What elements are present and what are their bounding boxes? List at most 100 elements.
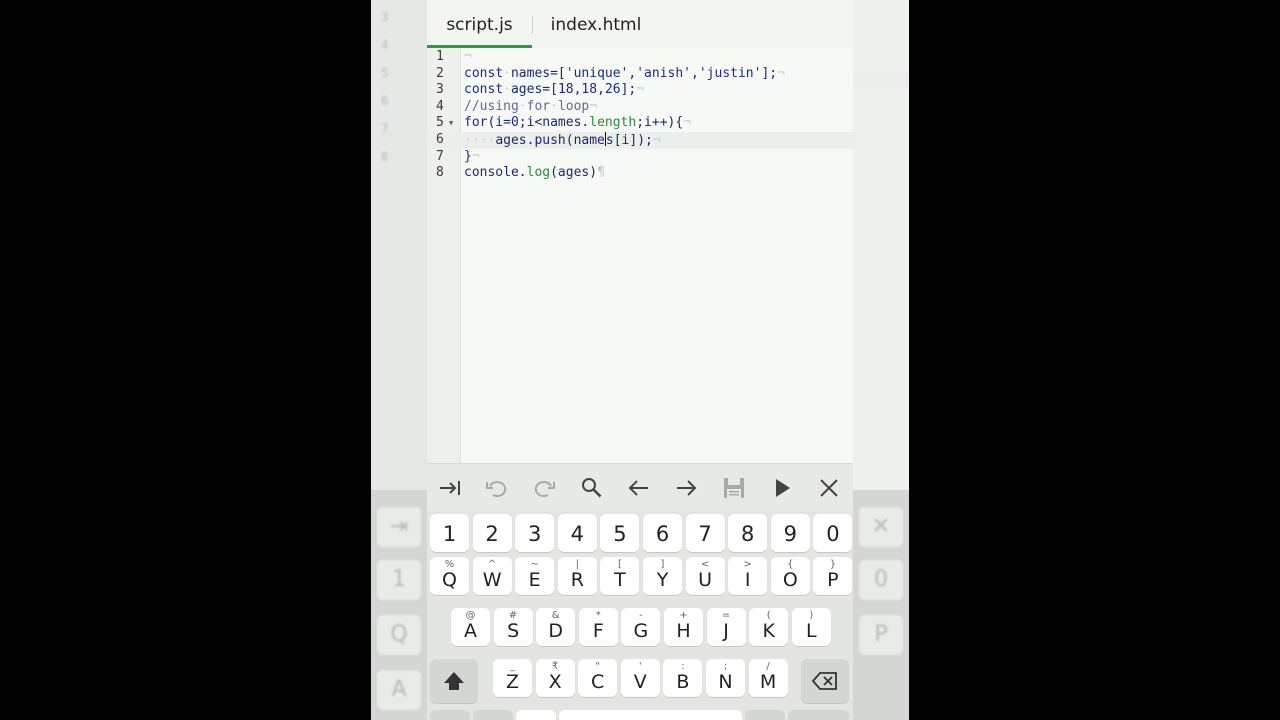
key-label: P	[827, 569, 839, 591]
line-number: 1	[436, 49, 444, 64]
key-u[interactable]: < U	[685, 557, 725, 595]
key-d[interactable]: & D	[536, 608, 576, 646]
code-editor[interactable]: 1 ¬ 2 const·names=['unique','anish','justin…	[427, 48, 853, 463]
key-label: F	[592, 620, 604, 642]
key-y[interactable]: ] Y	[643, 557, 682, 595]
key-4[interactable]: 4	[557, 514, 597, 552]
tab-script-js[interactable]: script.js	[427, 0, 532, 48]
key-x[interactable]: ₹ X	[535, 659, 575, 697]
key-e[interactable]: ~ E	[515, 557, 555, 595]
key-s[interactable]: # S	[493, 608, 533, 646]
line-number: 6	[436, 132, 444, 147]
key-j[interactable]: = J	[706, 608, 746, 646]
key-label: L	[806, 620, 817, 642]
key-a[interactable]: @ A	[451, 608, 490, 646]
undo-icon[interactable]	[482, 473, 512, 503]
code-token: ];	[620, 82, 637, 98]
tab-icon[interactable]	[435, 473, 465, 503]
arrow-right-icon[interactable]	[671, 473, 701, 503]
key-g[interactable]: -G	[621, 608, 661, 646]
code-line[interactable]: 6 ····ages.push(names[i]);¬	[427, 132, 853, 149]
code-line[interactable]: 4//using·for·loop¬	[427, 99, 853, 116]
space-key[interactable]	[559, 710, 742, 720]
key-label: 2	[485, 522, 499, 546]
search-icon[interactable]	[577, 473, 607, 503]
key-p[interactable]: } P	[813, 557, 853, 595]
shift-key[interactable]	[430, 659, 478, 703]
code-text: //using·for·loop¬	[464, 99, 597, 116]
code-line[interactable]: 5 ▼ for(i=0;i<names.length;i++){¬	[427, 115, 853, 132]
run-icon[interactable]	[767, 473, 797, 503]
key-label: Y	[656, 569, 669, 591]
key-t[interactable]: [T	[600, 557, 640, 595]
key-label: T	[614, 569, 626, 591]
close-icon[interactable]	[814, 473, 844, 503]
key-3[interactable]: 3	[515, 514, 555, 552]
code-line[interactable]: 1 ¬	[427, 49, 853, 66]
enter-key[interactable]	[788, 710, 849, 720]
code-line[interactable]: 3 const·ages=[18,18,26];¬	[427, 82, 853, 99]
key-i[interactable]: > I	[728, 557, 768, 595]
key-label: 8	[741, 522, 755, 546]
line-number: 8	[436, 165, 444, 181]
code-token: for	[464, 115, 488, 131]
key-label: I	[744, 569, 751, 591]
key-h[interactable]: + H	[664, 608, 703, 646]
fold-arrow-icon[interactable]: ▼	[449, 115, 453, 132]
key-m[interactable]: / M	[748, 659, 788, 697]
arrow-left-icon[interactable]	[624, 473, 654, 503]
key-9[interactable]: 9	[770, 514, 810, 552]
code-token: (ages)	[550, 165, 598, 181]
code-token: const	[464, 82, 504, 98]
key-8[interactable]: 8	[728, 514, 768, 552]
code-token: 'unique'	[565, 65, 629, 81]
key-q[interactable]: % Q	[430, 557, 469, 595]
period-key[interactable]	[745, 710, 785, 720]
key-w[interactable]: ^ W	[472, 557, 512, 595]
code-line[interactable]: 8 console.log(ages)¶	[427, 165, 853, 182]
key-n[interactable]: ; N	[706, 659, 745, 697]
key-6[interactable]: 6	[643, 514, 682, 552]
key-label: Q	[442, 569, 457, 591]
whitespace-marker: ¬	[471, 148, 480, 164]
whitespace-marker: ¬	[636, 82, 645, 98]
key-label: U	[698, 569, 713, 591]
key-5[interactable]: 5	[600, 514, 640, 552]
language-key[interactable]	[473, 710, 513, 720]
code-token: log	[526, 165, 551, 181]
key-0[interactable]: 0	[813, 514, 853, 552]
editor-toolbar	[427, 463, 853, 512]
key-o[interactable]: {O	[770, 557, 810, 595]
key-b[interactable]: :B	[663, 659, 703, 697]
whitespace-marker: ¶	[597, 165, 605, 181]
code-line[interactable]: 7}¬	[427, 149, 853, 166]
code-line[interactable]: 2 const·names=['unique','anish','justin']…	[427, 66, 853, 83]
key-l[interactable]: ) L	[791, 608, 831, 646]
code-token: 'anish'	[636, 65, 692, 81]
key-label: S	[507, 620, 520, 642]
save-icon[interactable]	[719, 473, 749, 503]
on-screen-keyboard: 1 2 3 4 5 6 7 8 9 0 % Q ^ W ~ E | R[T] Y < U > I{O} P @ A # S & D * F - G…	[427, 511, 853, 720]
comma-key[interactable]	[516, 710, 556, 720]
key-7[interactable]: 7	[685, 514, 725, 552]
key-v[interactable]: ' V	[620, 659, 660, 697]
code-token: length	[589, 115, 637, 131]
key-label: 0	[826, 522, 840, 546]
whitespace-marker: ¬	[683, 115, 692, 131]
symbols-key[interactable]	[430, 710, 470, 720]
key-label: H	[676, 620, 691, 642]
tab-index-html[interactable]: index.html	[532, 0, 660, 48]
key-k[interactable]: (K	[749, 608, 789, 646]
key-r[interactable]: | R	[557, 557, 597, 595]
backdrop-left: 345678 ⇥ 1 Q A	[371, 0, 427, 720]
key-z[interactable]: _ Z	[493, 659, 532, 697]
key-label: V	[633, 671, 647, 693]
key-f[interactable]: * F	[578, 608, 618, 646]
key-c[interactable]: " C	[578, 659, 618, 697]
key-1[interactable]: 1	[430, 514, 469, 552]
key-label: M	[759, 671, 777, 693]
code-text: }¬	[464, 149, 480, 166]
redo-icon[interactable]	[529, 473, 559, 503]
backspace-key[interactable]	[801, 659, 849, 703]
key-2[interactable]: 2	[472, 514, 512, 552]
